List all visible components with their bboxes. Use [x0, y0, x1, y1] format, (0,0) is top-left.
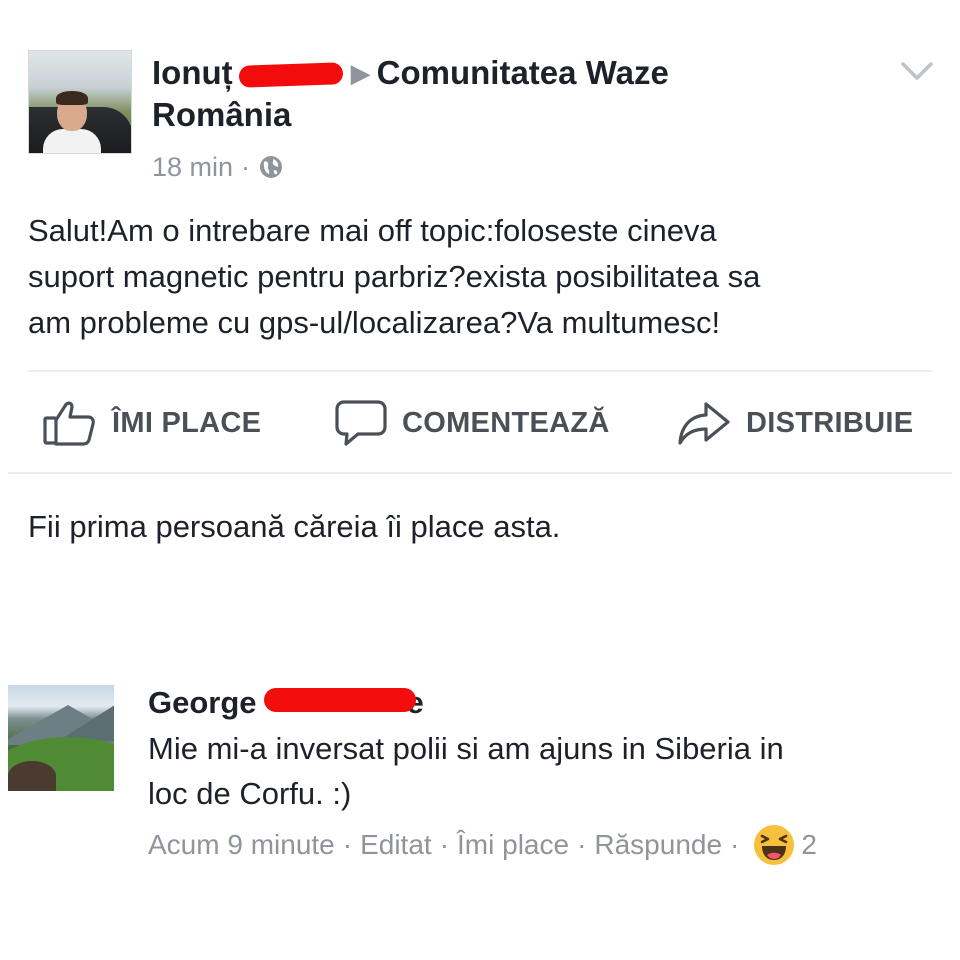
comment-meta: Acum 9 minute · Editat · Îmi place · Răs…	[148, 824, 817, 866]
comment-button[interactable]: COMENTEAZĂ	[334, 394, 610, 452]
reaction-count[interactable]: 2	[801, 826, 817, 864]
redaction-mark-2	[264, 688, 416, 712]
like-label: ÎMI PLACE	[112, 406, 262, 439]
reply-link[interactable]: Răspunde	[594, 826, 722, 864]
comment-like-link[interactable]: Îmi place	[457, 826, 569, 864]
divider-bottom	[8, 472, 952, 474]
meta-separator: ·	[439, 829, 450, 860]
avatar-person-hair	[56, 91, 88, 105]
post-time[interactable]: 18 min	[152, 150, 233, 184]
facebook-post: Ionuț ▶ Comunitatea Waze România 18 min · …	[0, 0, 960, 960]
commenter-name[interactable]: Georgee	[148, 684, 424, 722]
thumbs-up-icon	[43, 401, 95, 446]
comment-label: COMENTEAZĂ	[402, 406, 610, 439]
share-arrow-icon	[678, 402, 730, 445]
avatar-mountain-2	[58, 703, 114, 741]
meta-separator: ·	[577, 829, 587, 860]
comment-bubble-icon	[335, 400, 387, 446]
meta-separator: ·	[342, 829, 353, 860]
arrow-right-icon: ▶	[350, 58, 371, 88]
post-body: Salut!Am o intrebare mai off topic:folos…	[28, 213, 761, 340]
edited-link[interactable]: Editat	[360, 826, 432, 864]
author-name[interactable]: Ionuț	[152, 54, 233, 91]
comment-time[interactable]: Acum 9 minute	[148, 826, 335, 864]
group-name-line2[interactable]: România	[152, 96, 291, 133]
share-label: DISTRIBUIE	[746, 406, 914, 439]
globe-icon	[260, 156, 283, 178]
likes-summary: Fii prima persoană căreia îi place asta.	[28, 509, 561, 544]
haha-emoji-icon[interactable]	[753, 824, 795, 866]
post-author-line: Ionuț ▶ Comunitatea Waze România	[152, 52, 852, 136]
like-button[interactable]: ÎMI PLACE	[42, 394, 261, 452]
share-button[interactable]: DISTRIBUIE	[676, 394, 913, 452]
post-meta: 18 min ·	[152, 150, 284, 184]
avatar-people	[8, 761, 56, 791]
meta-separator: ·	[241, 152, 251, 182]
redaction-mark	[238, 62, 343, 89]
avatar-person-body	[43, 129, 101, 153]
comment-body: Mie mi-a inversat polii si am ajuns in S…	[148, 731, 784, 811]
commenter-first-name: George	[148, 685, 257, 720]
chevron-down-icon[interactable]	[900, 58, 934, 84]
commenter-avatar[interactable]	[8, 685, 114, 791]
group-name[interactable]: Comunitatea Waze	[377, 54, 669, 91]
divider-top	[28, 370, 932, 372]
meta-separator: ·	[730, 829, 740, 860]
author-avatar[interactable]	[28, 50, 132, 154]
